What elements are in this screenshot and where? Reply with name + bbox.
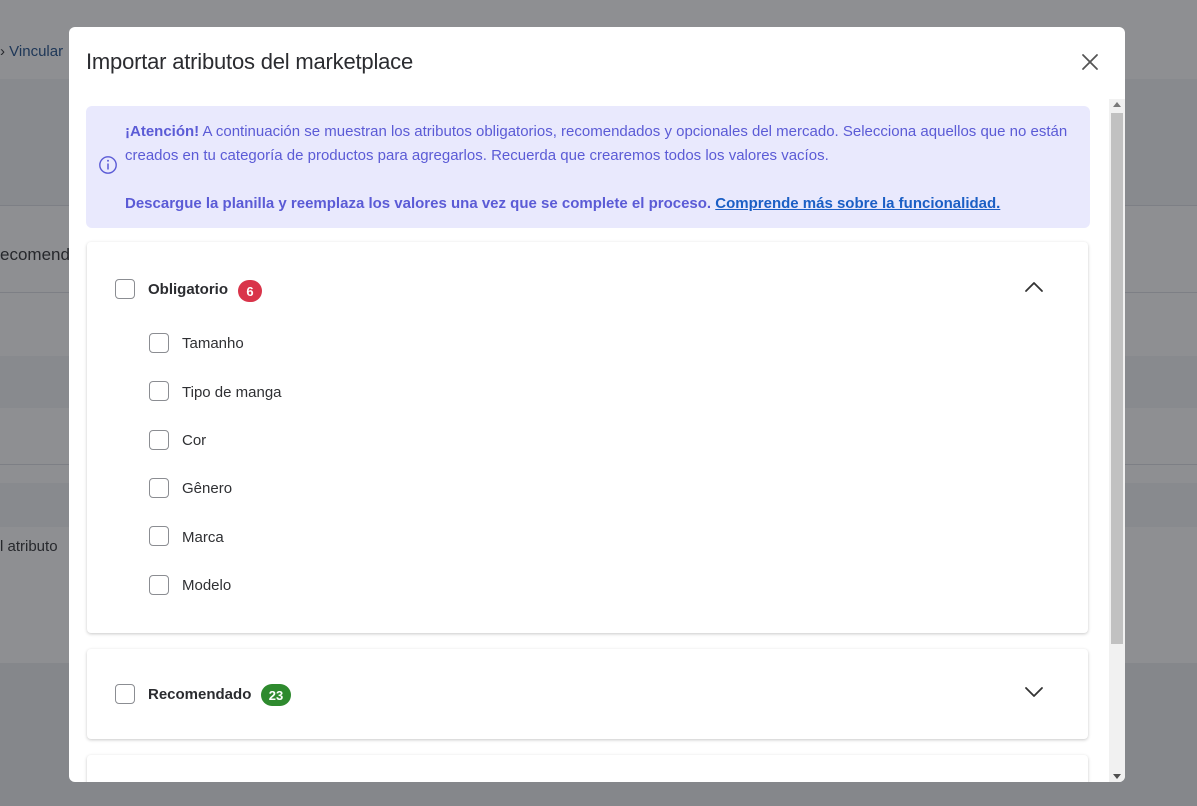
- scroll-down-arrow-icon[interactable]: [1113, 774, 1121, 779]
- import-attributes-modal: Importar atributos del marketplace ¡Aten…: [69, 27, 1125, 782]
- learn-more-link[interactable]: Comprende más sobre la funcionalidad.: [715, 195, 1000, 212]
- alert-message: ¡Atención! A continuación se muestran lo…: [125, 120, 1080, 168]
- attribute-checkbox[interactable]: [149, 526, 169, 546]
- alert-download-text: Descargue la planilla y reemplaza los va…: [125, 195, 716, 212]
- alert-text: A continuación se muestran los atributos…: [125, 123, 1068, 164]
- group-card-obligatorio: Obligatorio 6 Tamanho Tipo de manga Cor: [87, 242, 1088, 633]
- attribute-label: Gênero: [182, 480, 233, 497]
- attribute-label: Cor: [182, 432, 207, 449]
- attribute-label: Marca: [182, 529, 224, 546]
- attribute-checkbox[interactable]: [149, 575, 169, 595]
- scrollbar-thumb[interactable]: [1111, 113, 1123, 644]
- count-badge-obligatorio: 6: [238, 280, 262, 302]
- chevron-down-icon[interactable]: [1023, 685, 1045, 699]
- alert-strong: ¡Atención!: [125, 123, 200, 140]
- group-card-recomendado: Recomendado 23: [87, 649, 1088, 739]
- modal-scrollbar[interactable]: [1109, 99, 1125, 782]
- modal-title: Importar atributos del marketplace: [86, 49, 414, 74]
- group-card-opcional: [87, 755, 1088, 782]
- attribute-checkbox[interactable]: [149, 333, 169, 353]
- group-checkbox-recomendado[interactable]: [115, 684, 135, 704]
- alert-download-message: Descargue la planilla y reemplaza los va…: [125, 192, 1080, 216]
- attribute-checkbox[interactable]: [149, 430, 169, 450]
- chevron-up-icon[interactable]: [1023, 280, 1045, 294]
- attribute-label: Modelo: [182, 577, 232, 594]
- scroll-up-arrow-icon[interactable]: [1113, 102, 1121, 107]
- modal-scroll-area[interactable]: ¡Atención! A continuación se muestran lo…: [69, 106, 1109, 782]
- count-badge-recomendado: 23: [261, 684, 291, 706]
- attribute-checkbox[interactable]: [149, 381, 169, 401]
- close-button[interactable]: [1077, 49, 1103, 75]
- attention-alert: ¡Atención! A continuación se muestran lo…: [86, 106, 1090, 228]
- attribute-checkbox[interactable]: [149, 478, 169, 498]
- group-label-obligatorio: Obligatorio: [148, 281, 228, 298]
- group-label-recomendado: Recomendado: [148, 686, 252, 703]
- info-icon: [99, 156, 117, 174]
- group-checkbox-obligatorio[interactable]: [115, 279, 135, 299]
- attribute-label: Tamanho: [182, 335, 244, 352]
- close-icon: [1082, 54, 1098, 70]
- attribute-label: Tipo de manga: [182, 384, 282, 401]
